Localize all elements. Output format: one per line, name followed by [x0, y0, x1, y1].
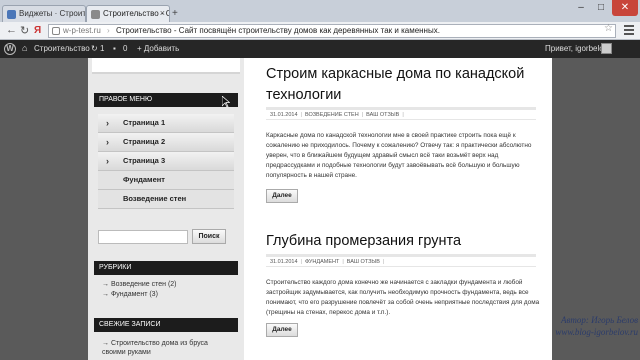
chevron-right-icon: › [106, 156, 109, 166]
wp-admin-bar: W ⌂ Строительство ↻ 1 ▪ 0 + Добавить При… [0, 40, 640, 58]
greeting-link[interactable]: Привет, igorbelov [545, 44, 608, 53]
menu-item-label: Фундамент [123, 175, 165, 184]
menu-item-page-1[interactable]: › Страница 1 [98, 114, 234, 133]
category-label[interactable]: Возведение стен (2) [111, 281, 177, 288]
categories-list: → Возведение стен (2) → Фундамент (3) [102, 281, 177, 301]
recent-posts-list: → Строительство дома из бруса своими рук… [102, 339, 232, 357]
wordpress-logo-icon[interactable]: W [4, 43, 16, 55]
sidebar-top-strip [92, 58, 240, 74]
url-host: w-p-test.ru [63, 26, 101, 35]
tab-favicon-icon [7, 10, 16, 19]
watermark-site: www.blog-igorbelov.ru [555, 327, 638, 337]
new-tab-button[interactable]: + [172, 8, 178, 19]
browser-menu-icon[interactable] [624, 25, 634, 37]
yandex-icon[interactable]: Я [34, 25, 41, 36]
category-item[interactable]: → Фундамент (3) [102, 291, 177, 298]
menu-item-label: Страница 2 [123, 137, 166, 146]
close-window-button[interactable]: ✕ [612, 0, 638, 16]
recent-post-item[interactable]: → Строительство дома из бруса своими рук… [102, 339, 232, 357]
post-meta: 31.01.2014 | ВОЗВЕДЕНИЕ СТЕН | ВАШ ОТЗЫВ | [266, 107, 536, 120]
url-separator: › [107, 26, 110, 35]
read-more-button[interactable]: Далее [266, 323, 298, 337]
right-menu: › Страница 1 › Страница 2 › Страница 3 Ф… [98, 114, 234, 209]
post-comments-link[interactable]: ВАШ ОТЗЫВ [347, 259, 380, 265]
sidebar: ПРАВОЕ МЕНЮ › Страница 1 › Страница 2 › … [88, 58, 244, 360]
post-excerpt: Строительство каждого дома конечно же на… [266, 279, 540, 316]
updates-icon[interactable]: ↻ [91, 44, 98, 53]
post-meta: 31.01.2014 | ФУНДАМЕНТ | ВАШ ОТЗЫВ | [266, 254, 536, 267]
category-label[interactable]: Фундамент (3) [111, 291, 158, 298]
avatar[interactable] [601, 43, 612, 54]
menu-item-walls[interactable]: Возведение стен [98, 190, 234, 209]
menu-item-label: Страница 1 [123, 118, 166, 127]
search-button[interactable]: Поиск [192, 229, 226, 244]
home-icon: ⌂ [22, 43, 28, 53]
read-more-button[interactable]: Далее [266, 189, 298, 203]
recent-post-label[interactable]: Строительство дома из бруса своими рукам… [102, 340, 208, 356]
category-item[interactable]: → Возведение стен (2) [102, 281, 177, 288]
post-excerpt: Каркасные дома по канадской технологии м… [266, 132, 532, 179]
navigation-bar: ← ↻ Я w-p-test.ru › Строительство - Сайт… [0, 22, 640, 40]
post-date: 31.01.2014 [270, 112, 298, 118]
post-title[interactable]: Строим каркасные дома по канадской техно… [266, 64, 546, 106]
menu-item-page-2[interactable]: › Страница 2 [98, 133, 234, 152]
post-title[interactable]: Глубина промерзания грунта [266, 231, 546, 252]
tab-widgets[interactable]: Виджеты · Строител... [2, 5, 86, 22]
bookmark-star-icon[interactable]: ☆ [604, 23, 613, 34]
menu-item-foundation[interactable]: Фундамент [98, 171, 234, 190]
updates-count[interactable]: 1 [100, 44, 104, 53]
chevron-right-icon: › [106, 118, 109, 128]
tab-close-icon[interactable]: × [160, 8, 165, 18]
minimize-button[interactable]: – [572, 2, 590, 16]
widget-title-categories: РУБРИКИ [94, 261, 238, 275]
site-name-link[interactable]: Строительство [34, 44, 90, 53]
page-area: ПРАВОЕ МЕНЮ › Страница 1 › Страница 2 › … [88, 58, 552, 360]
widget-title-recent: СВЕЖИЕ ЗАПИСИ [94, 318, 238, 332]
back-button[interactable]: ← [6, 24, 17, 36]
menu-item-page-3[interactable]: › Страница 3 [98, 152, 234, 171]
comments-count[interactable]: 0 [123, 44, 127, 53]
add-new-link[interactable]: + Добавить [137, 44, 179, 53]
search-input[interactable] [98, 230, 188, 244]
chevron-right-icon: › [106, 137, 109, 147]
browser-chrome: Виджеты · Строител... Строительство - Са… [0, 0, 640, 40]
post-comments-link[interactable]: ВАШ ОТЗЫВ [366, 112, 399, 118]
widget-title-menu: ПРАВОЕ МЕНЮ [94, 93, 238, 107]
maximize-button[interactable]: □ [592, 2, 610, 16]
reload-button[interactable]: ↻ [20, 24, 29, 37]
tab-active-site[interactable]: Строительство - Сайт... × [86, 5, 170, 22]
tab-bar: Виджеты · Строител... Строительство - Са… [0, 0, 640, 22]
address-bar[interactable]: w-p-test.ru › Строительство - Сайт посвя… [48, 24, 616, 38]
post-date: 31.01.2014 [270, 259, 298, 265]
menu-item-label: Страница 3 [123, 156, 166, 165]
comments-icon[interactable]: ▪ [113, 44, 116, 53]
tab-label: Виджеты · Строител... [19, 9, 86, 18]
post-category-link[interactable]: ВОЗВЕДЕНИЕ СТЕН [305, 112, 359, 118]
author-watermark: Автор: Игорь Белов www.blog-igorbelov.ru [494, 314, 638, 338]
tab-favicon-icon [91, 10, 100, 19]
watermark-author: Автор: Игорь Белов [560, 315, 638, 325]
post-category-link[interactable]: ФУНДАМЕНТ [305, 259, 339, 265]
mouse-cursor-icon [222, 96, 230, 108]
menu-item-label: Возведение стен [123, 194, 187, 203]
url-title: Строительство - Сайт посвящён строительс… [115, 26, 440, 35]
page-icon [52, 27, 60, 35]
